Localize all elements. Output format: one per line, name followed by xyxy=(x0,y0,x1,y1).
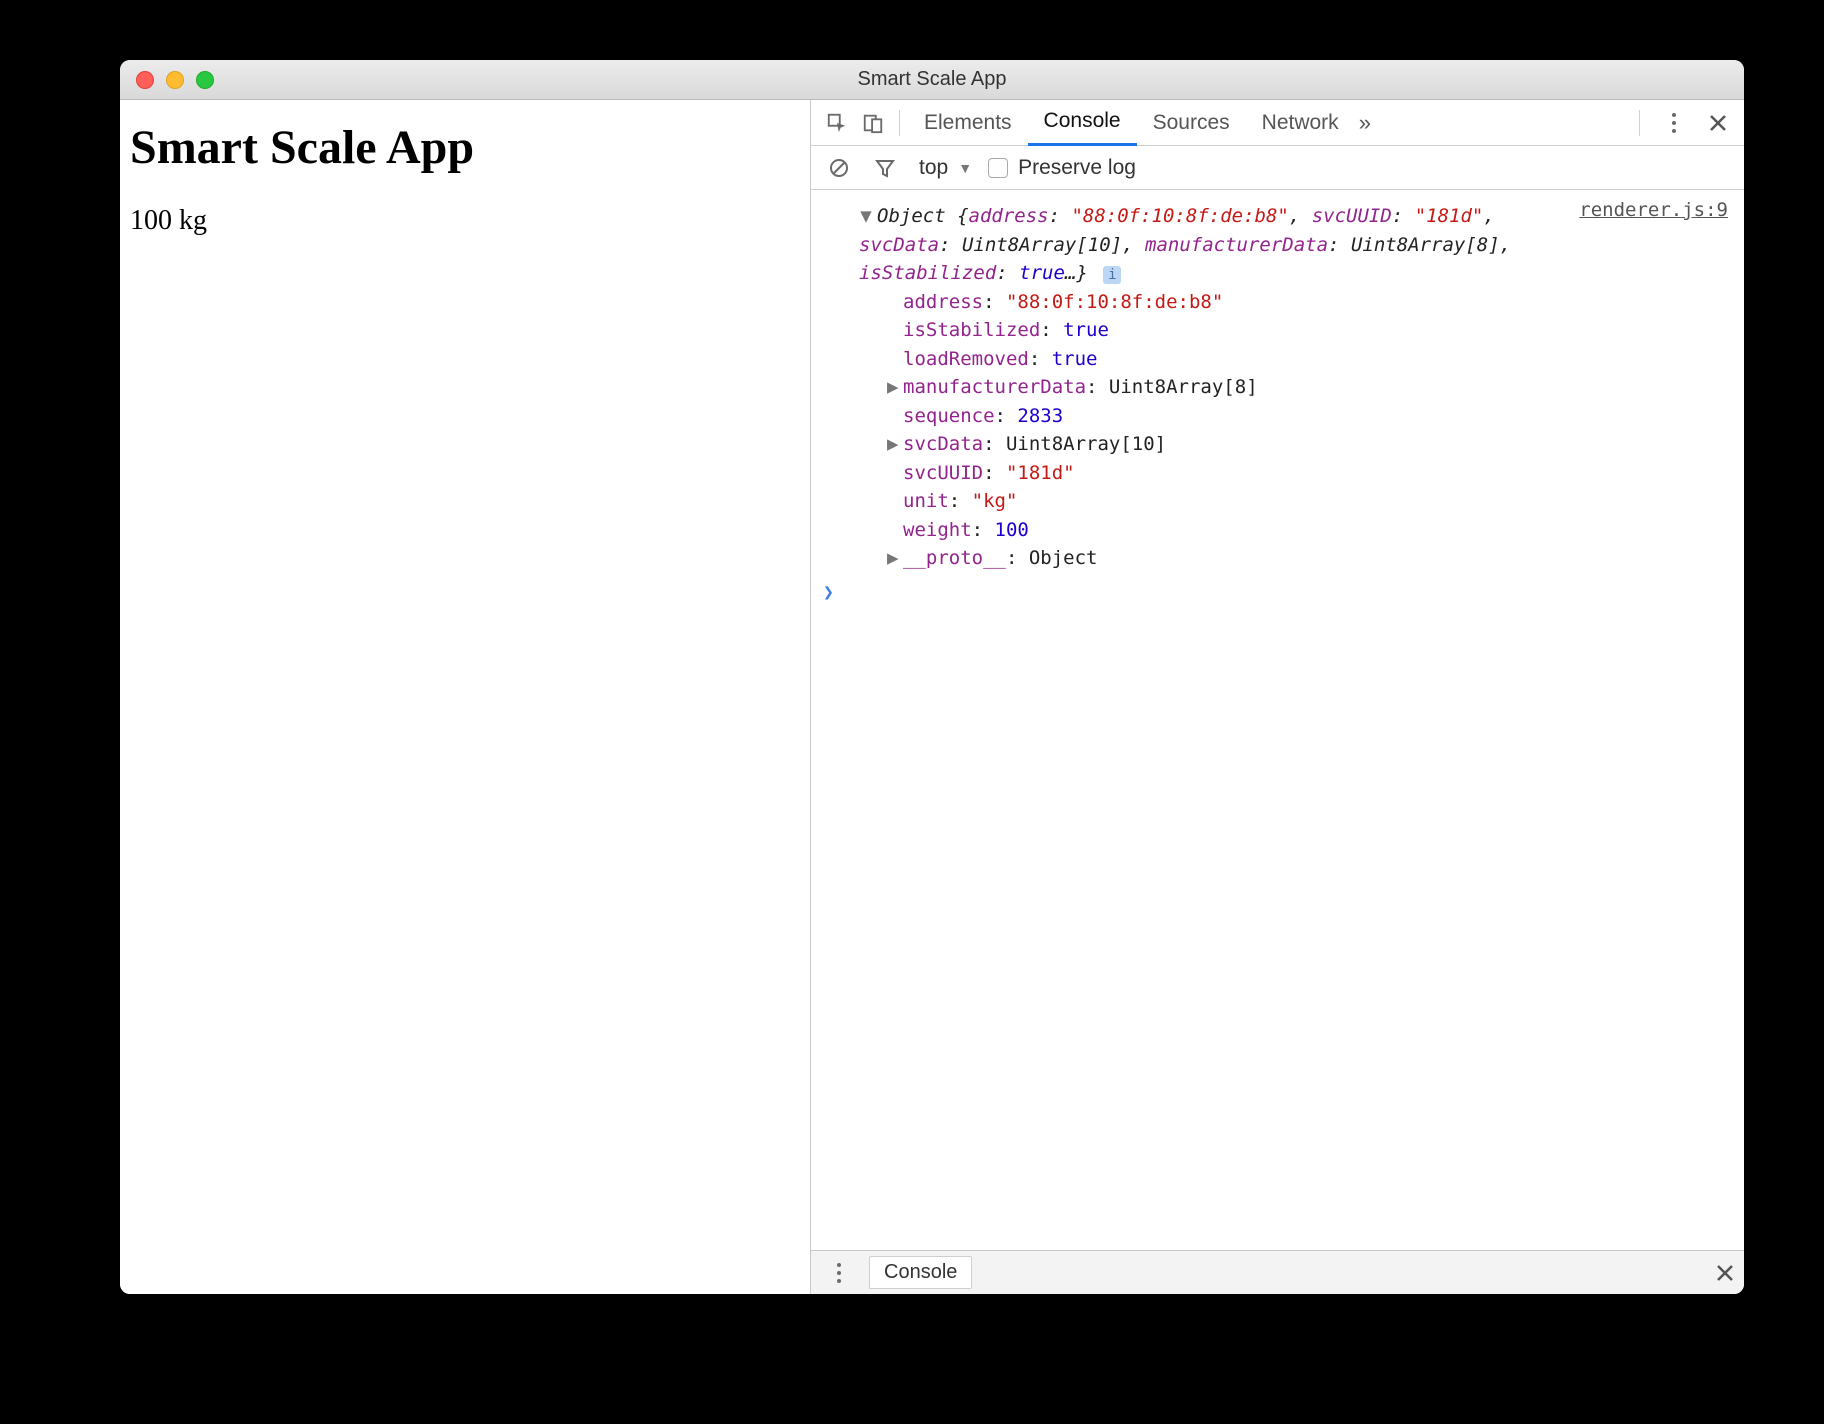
tab-sources[interactable]: Sources xyxy=(1137,100,1246,146)
drawer-tab-console[interactable]: Console xyxy=(869,1256,972,1289)
inspect-element-icon[interactable] xyxy=(819,105,855,141)
tab-network[interactable]: Network xyxy=(1246,100,1355,146)
property-row[interactable]: ▶svcData: Uint8Array[10] xyxy=(887,430,1730,459)
property-row[interactable]: address: "88:0f:10:8f:de:b8" xyxy=(887,288,1730,317)
tab-elements[interactable]: Elements xyxy=(908,100,1028,146)
info-icon[interactable]: i xyxy=(1103,266,1121,284)
page-title: Smart Scale App xyxy=(130,120,800,175)
property-row[interactable]: sequence: 2833 xyxy=(887,402,1730,431)
expand-toggle-icon[interactable]: ▼ xyxy=(859,202,873,231)
property-row[interactable]: unit: "kg" xyxy=(887,487,1730,516)
source-link[interactable]: renderer.js:9 xyxy=(1579,196,1728,225)
expand-icon[interactable]: ▶ xyxy=(887,544,903,573)
window-titlebar[interactable]: Smart Scale App xyxy=(120,60,1744,100)
property-row[interactable]: isStabilized: true xyxy=(887,316,1730,345)
devtools-tabbar: Elements Console Sources Network » xyxy=(811,100,1744,146)
preserve-log-checkbox[interactable] xyxy=(988,158,1008,178)
property-row[interactable]: loadRemoved: true xyxy=(887,345,1730,374)
kebab-menu-icon[interactable] xyxy=(1656,105,1692,141)
context-selector[interactable]: top ▼ xyxy=(913,156,978,180)
console-toolbar: top ▼ Preserve log xyxy=(811,146,1744,190)
divider xyxy=(899,110,900,136)
expand-icon[interactable]: ▶ xyxy=(887,373,903,402)
device-toolbar-icon[interactable] xyxy=(855,105,891,141)
close-devtools-icon[interactable] xyxy=(1700,105,1736,141)
console-output[interactable]: renderer.js:9 ▼Object { address: "88:0f:1… xyxy=(811,190,1744,1250)
filter-icon[interactable] xyxy=(867,150,903,186)
property-row[interactable]: svcUUID: "181d" xyxy=(887,459,1730,488)
property-row[interactable]: ▶__proto__: Object xyxy=(887,544,1730,573)
devtools-panel: Elements Console Sources Network » xyxy=(810,100,1744,1294)
expand-icon[interactable]: ▶ xyxy=(887,430,903,459)
devtools-drawer: Console xyxy=(811,1250,1744,1294)
app-window: Smart Scale App Smart Scale App 100 kg E… xyxy=(120,60,1744,1294)
context-selector-label: top xyxy=(919,156,948,180)
tab-console[interactable]: Console xyxy=(1028,100,1137,146)
preserve-log-label: Preserve log xyxy=(1018,156,1136,180)
weight-reading: 100 kg xyxy=(130,205,800,237)
object-properties: address: "88:0f:10:8f:de:b8" isStabilize… xyxy=(859,288,1730,573)
app-content-pane: Smart Scale App 100 kg xyxy=(120,100,810,1294)
divider xyxy=(1639,110,1640,136)
chevron-down-icon: ▼ xyxy=(958,160,972,176)
console-log-entry: ▼Object {address: "88:0f:10:8f:de:b8", s… xyxy=(819,198,1730,573)
window-body: Smart Scale App 100 kg Elements Console … xyxy=(120,100,1744,1294)
object-prefix: Object { xyxy=(877,205,969,227)
property-row[interactable]: weight: 100 xyxy=(887,516,1730,545)
window-title: Smart Scale App xyxy=(120,68,1744,91)
property-row[interactable]: ▶manufacturerData: Uint8Array[8] xyxy=(887,373,1730,402)
console-prompt-icon[interactable]: ❯ xyxy=(819,573,1730,606)
tabs-overflow-icon[interactable]: » xyxy=(1359,110,1371,136)
clear-console-icon[interactable] xyxy=(821,150,857,186)
drawer-kebab-icon[interactable] xyxy=(821,1255,857,1291)
drawer-close-icon[interactable] xyxy=(1716,1264,1734,1282)
